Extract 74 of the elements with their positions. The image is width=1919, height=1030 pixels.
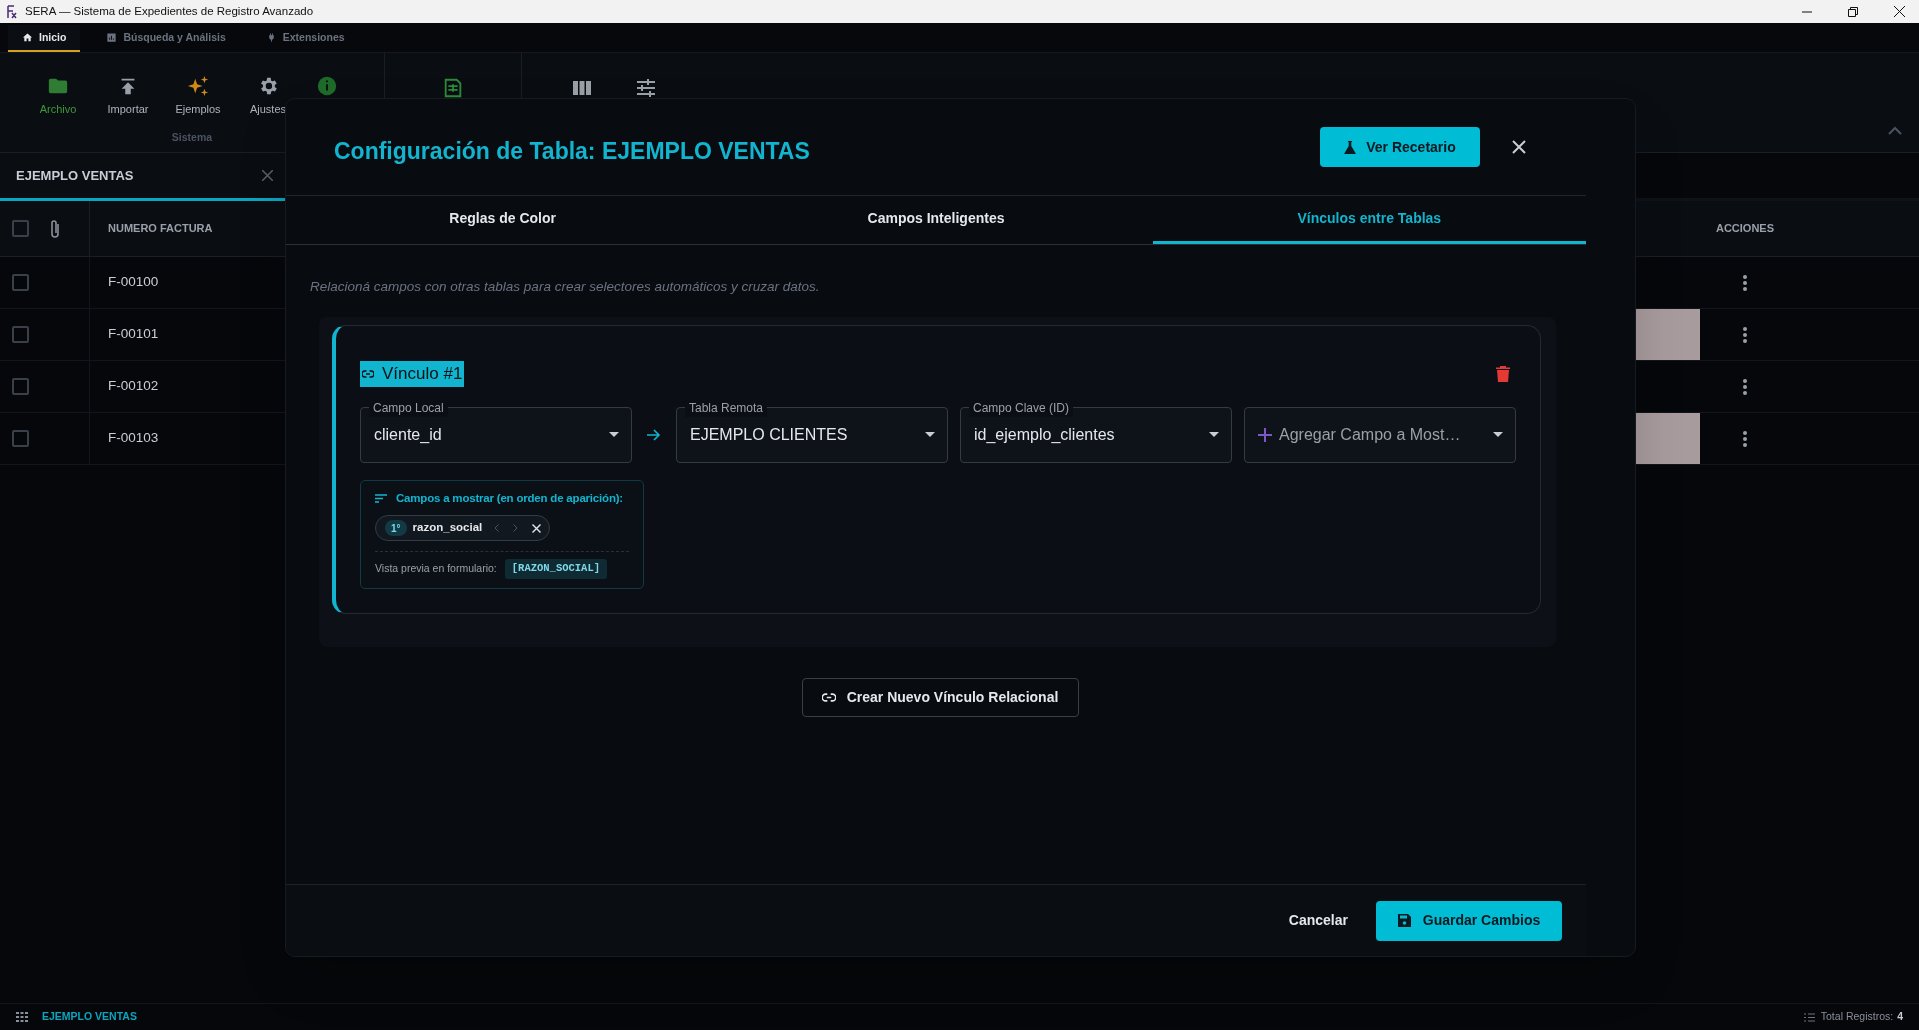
home-icon [22,32,33,43]
table-cell-text: F-00102 [108,377,159,396]
dialog-title: Configuración de Tabla: EJEMPLO VENTAS [334,136,811,166]
app-logo-icon [6,4,18,19]
save-button[interactable]: Guardar Cambios [1376,900,1562,941]
dialog-tab[interactable]: Vínculos entre Tablas [1152,196,1586,244]
sliders-icon[interactable] [636,79,656,97]
ribbon-tab[interactable]: Inicio [8,25,81,52]
row-checkbox[interactable] [12,430,29,447]
save-icon [1397,914,1411,927]
flask-icon [1344,140,1357,154]
dropdown-caret-icon [1493,432,1503,438]
preview-label: Vista previa en formulario: [375,561,497,576]
more-options-icon[interactable] [1743,378,1747,395]
dropdown-caret-icon [925,432,935,438]
restore-icon[interactable] [1848,6,1858,17]
dropdown-caret-icon [1209,432,1219,438]
dialog-tab[interactable]: Campos Inteligentes [719,196,1153,244]
paperclip-icon [49,218,61,239]
chevron-left-icon[interactable] [494,524,500,532]
document-tab-title: EJEMPLO VENTAS [16,166,135,185]
order-badge: 1° [385,520,407,536]
chip-label: razon_social [412,520,483,536]
row-checkbox[interactable] [12,326,29,343]
column-header: NUMERO FACTURA [108,221,213,237]
link-title: Vínculo #1 [360,361,465,387]
chevron-right-icon[interactable] [513,524,519,532]
trash-icon[interactable] [1496,366,1510,382]
sort-list-icon [375,493,387,503]
note-add-icon[interactable] [442,77,464,99]
ribbon-tab[interactable]: Búsqueda y Análisis [92,25,240,52]
add-field-select[interactable]: Agregar Campo a Most… [1244,406,1516,463]
chart-icon [106,32,118,43]
preview-value: [RAZON_SOCIAL] [504,559,607,579]
arrow-right-icon [647,428,661,441]
close-icon[interactable] [1894,6,1905,17]
remove-icon[interactable] [532,523,542,533]
link-icon [821,692,836,702]
status-table-name: EJEMPLO VENTAS [42,1009,137,1025]
table-cell-text: F-00100 [108,273,159,292]
columns-icon[interactable] [572,79,592,97]
group-label: Sistema [171,129,213,145]
more-options-icon[interactable] [1743,326,1747,343]
dialog-tab[interactable]: Reglas de Color [286,196,720,244]
info-icon[interactable] [316,75,338,97]
collapse-chevron-icon[interactable] [1888,126,1902,135]
status-total-label: Total Registros: [1820,1009,1894,1025]
link-icon [362,370,374,378]
list-icon [1803,1012,1815,1022]
field-placeholder: Agregar Campo a Most… [1279,424,1462,445]
description-text: Relacioná campos con otras tablas para crear selectores automáticos y cruzar datos. [310,278,821,296]
cancel-button[interactable]: Cancelar [1288,910,1348,931]
window-title: SERA — Sistema de Expedientes de Registro Avanzado [25,3,314,19]
display-fields-heading: Campos a mostrar (en orden de aparición): [396,490,623,506]
dropdown-caret-icon [609,432,619,438]
table-cell-text: F-00101 [108,325,159,344]
ribbon-button[interactable]: Ajustes [240,75,296,118]
row-checkbox[interactable] [12,378,29,395]
ribbon-tab[interactable]: Extensiones [251,25,359,52]
more-options-icon[interactable] [1743,430,1747,447]
new-link-button[interactable]: Crear Nuevo Vínculo Relacional [801,677,1079,717]
status-total-value: 4 [1897,1009,1903,1025]
ribbon-button[interactable]: Archivo [30,75,86,118]
column-header: ACCIONES [1714,221,1776,237]
plus-icon [1258,427,1272,442]
ribbon-button[interactable]: Ejemplos [170,75,226,118]
grid-icon [16,1012,28,1022]
recipe-button[interactable]: Ver Recetario [1320,127,1480,167]
table-cell-text: F-00103 [108,429,159,448]
ribbon-button[interactable]: Importar [100,75,156,118]
row-checkbox[interactable] [12,274,29,291]
sparkles-icon [187,75,209,97]
header-checkbox[interactable] [12,220,29,237]
more-options-icon[interactable] [1743,274,1747,291]
